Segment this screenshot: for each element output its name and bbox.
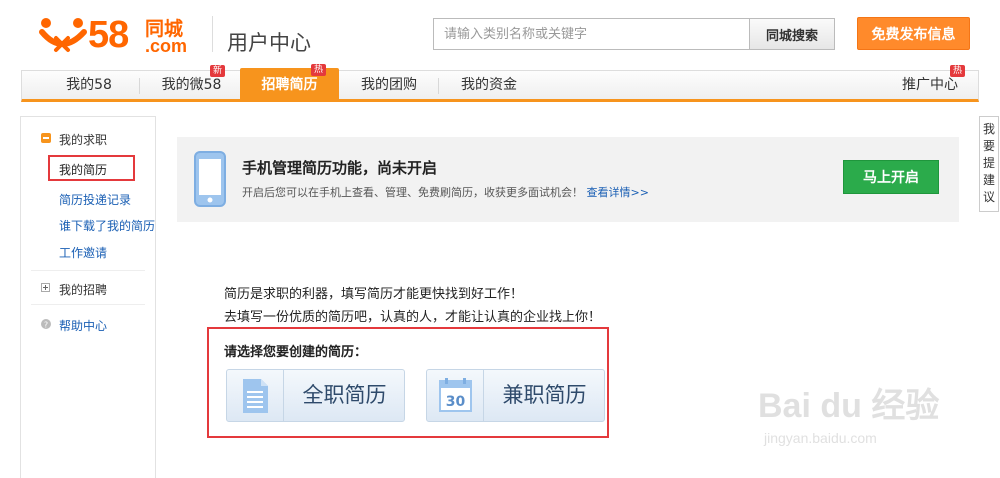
intro-line-2: 去填写一份优质的简历吧，认真的人，才能让认真的企业找上你！ bbox=[224, 310, 602, 325]
search-button[interactable]: 同城搜索 bbox=[749, 18, 835, 50]
feedback-char: 提 bbox=[982, 156, 995, 170]
nav-label: 我的58 bbox=[66, 77, 112, 93]
mobile-phone-icon bbox=[194, 151, 226, 207]
main-nav: 我的58 我的微58 新 招聘简历 热 我的团购 我的资金 推广中心 热 bbox=[21, 64, 979, 102]
sidebar-divider bbox=[31, 304, 145, 305]
feedback-char: 要 bbox=[982, 139, 995, 153]
mobile-resume-banner: 手机管理简历功能，尚未开启 开启后您可以在手机上查看、管理、免费刷简历，收获更多… bbox=[177, 137, 959, 222]
feedback-char: 议 bbox=[982, 190, 995, 204]
view-details-link[interactable]: 查看详情>> bbox=[587, 186, 649, 199]
nav-label: 招聘简历 bbox=[261, 77, 318, 93]
publish-button[interactable]: 免费发布信息 bbox=[857, 17, 970, 50]
banner-desc-text: 开启后您可以在手机上查看、管理、免费刷简历，收获更多面试机会！ bbox=[242, 186, 583, 199]
nav-label: 推广中心 bbox=[902, 77, 958, 93]
nav-label: 我的团购 bbox=[361, 77, 417, 93]
sidebar-item-my-resume[interactable]: 我的简历 bbox=[59, 161, 107, 178]
resume-icon-cell bbox=[227, 370, 284, 421]
banner-title: 手机管理简历功能，尚未开启 bbox=[242, 159, 438, 177]
fulltime-resume-button[interactable]: 全职简历 bbox=[226, 369, 405, 422]
nav-divider bbox=[438, 78, 439, 94]
new-badge: 新 bbox=[210, 65, 225, 77]
logo-number: 58 bbox=[88, 14, 129, 56]
search-input[interactable] bbox=[433, 18, 750, 50]
fulltime-label: 全职简历 bbox=[302, 383, 387, 407]
create-resume-box: 请选择您要创建的简历： 全职简历 30 兼职简历 bbox=[207, 327, 609, 438]
header-divider bbox=[212, 16, 213, 52]
nav-item-promotion[interactable]: 推广中心 热 bbox=[890, 65, 970, 100]
site-logo[interactable]: 58 同城 .com bbox=[38, 12, 198, 56]
collapse-icon[interactable] bbox=[41, 133, 51, 143]
feedback-tab[interactable]: 我 要 提 建 议 bbox=[979, 116, 999, 212]
sidebar-item-job-invites[interactable]: 工作邀请 bbox=[59, 244, 107, 261]
hot-badge: 热 bbox=[950, 65, 965, 77]
parttime-resume-button[interactable]: 30 兼职简历 bbox=[426, 369, 605, 422]
calendar-icon: 30 bbox=[439, 378, 472, 412]
enable-now-button[interactable]: 马上开启 bbox=[843, 160, 939, 194]
sidebar-group-recruit[interactable]: 我的招聘 bbox=[59, 281, 193, 298]
sidebar-item-help[interactable]: 帮助中心 bbox=[59, 317, 107, 334]
sidebar-group-jobseek[interactable]: 我的求职 bbox=[59, 131, 193, 148]
hot-badge: 热 bbox=[311, 64, 326, 76]
nav-item-group-buy[interactable]: 我的团购 bbox=[344, 71, 434, 100]
svg-text:?: ? bbox=[44, 321, 48, 330]
feedback-char: 建 bbox=[982, 173, 995, 187]
banner-description: 开启后您可以在手机上查看、管理、免费刷简历，收获更多面试机会！ 查看详情>> bbox=[242, 184, 649, 200]
nav-item-recruit-resume[interactable]: 招聘简历 热 bbox=[240, 64, 339, 100]
nav-label: 我的资金 bbox=[461, 77, 517, 93]
sidebar-item-who-downloaded[interactable]: 谁下载了我的简历 bbox=[59, 217, 155, 234]
sidebar-item-delivery-record[interactable]: 简历投递记录 bbox=[59, 191, 131, 208]
parttime-label: 兼职简历 bbox=[502, 383, 587, 407]
nav-item-funds[interactable]: 我的资金 bbox=[444, 71, 534, 100]
calendar-number: 30 bbox=[446, 394, 466, 410]
intro-line-1: 简历是求职的利器，填写简历才能更快找到好工作！ bbox=[224, 287, 524, 302]
sidebar: 我的求职 我的简历 简历投递记录 谁下载了我的简历 工作邀请 我的招聘 ? 帮助… bbox=[20, 116, 156, 478]
expand-icon[interactable] bbox=[41, 283, 50, 292]
baidu-watermark: Bai du 经验 jingyan.baidu.com bbox=[758, 378, 958, 458]
help-icon: ? bbox=[41, 319, 51, 329]
watermark-url: jingyan.baidu.com bbox=[764, 430, 877, 446]
watermark-main: Bai du 经验 bbox=[758, 387, 940, 425]
feedback-char: 我 bbox=[982, 122, 995, 136]
nav-label: 我的微58 bbox=[161, 77, 222, 93]
logo-domain: .com bbox=[145, 36, 188, 56]
resume-icon-cell: 30 bbox=[427, 370, 484, 421]
nav-divider bbox=[139, 78, 140, 94]
page-root: 58 同城 .com 用户中心 同城搜索 免费发布信息 我的58 我的微58 新… bbox=[0, 0, 1000, 478]
document-icon bbox=[243, 379, 268, 413]
sidebar-divider bbox=[31, 270, 145, 271]
page-title: 用户中心 bbox=[227, 31, 311, 55]
choose-resume-label: 请选择您要创建的简历： bbox=[224, 345, 368, 360]
logo-smile-icon bbox=[39, 18, 87, 52]
nav-item-weibo58[interactable]: 我的微58 新 bbox=[144, 65, 239, 100]
nav-item-my58[interactable]: 我的58 bbox=[44, 71, 134, 100]
